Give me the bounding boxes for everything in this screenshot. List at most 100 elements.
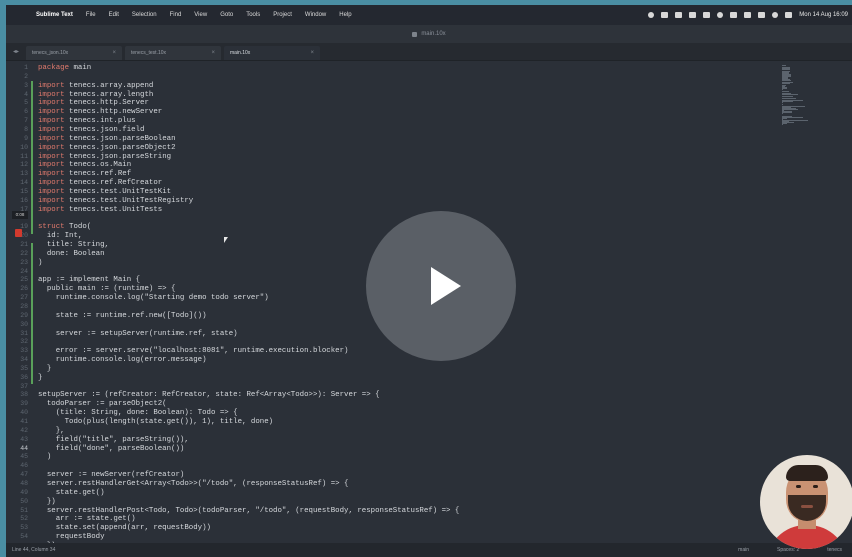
- git-branch[interactable]: main: [738, 547, 749, 553]
- code-text: }): [38, 497, 56, 506]
- code-line[interactable]: public main := (runtime) => {: [38, 285, 176, 294]
- code-line[interactable]: import tenecs.test.UnitTestKit: [38, 188, 171, 197]
- tab-tenecs-json-10x[interactable]: tenecs_json.10x ×: [26, 46, 122, 60]
- menu-edit[interactable]: Edit: [109, 12, 119, 18]
- fold-marker[interactable]: 0:08: [12, 211, 28, 219]
- screen-frame: Sublime Text File Edit Selection Find View Got…: [6, 5, 852, 557]
- code-line[interactable]: import tenecs.int.plus: [38, 117, 136, 126]
- menu-selection[interactable]: Selection: [132, 12, 157, 18]
- code-line[interactable]: import tenecs.os.Main: [38, 161, 131, 170]
- code-line[interactable]: requestBody: [38, 533, 105, 542]
- code-line[interactable]: import tenecs.ref.Ref: [38, 170, 131, 179]
- code-keyword: import: [38, 143, 65, 152]
- code-line[interactable]: import tenecs.array.length: [38, 91, 153, 100]
- tab-tenecs-test-10x[interactable]: tenecs_test.10x ×: [125, 46, 221, 60]
- code-keyword: import: [38, 170, 65, 179]
- code-text: ): [38, 453, 52, 462]
- menu-file[interactable]: File: [86, 12, 96, 18]
- menu-help[interactable]: Help: [339, 12, 351, 18]
- code-line[interactable]: runtime.console.log(error.message): [38, 356, 207, 365]
- webcam-overlay: [760, 455, 852, 549]
- menu-find[interactable]: Find: [170, 12, 182, 18]
- code-line[interactable]: import tenecs.array.append: [38, 82, 153, 91]
- code-line[interactable]: ): [38, 453, 51, 462]
- code-text: state.get(): [38, 488, 105, 497]
- bluetooth-icon[interactable]: [730, 12, 738, 18]
- code-line[interactable]: package main: [38, 64, 91, 73]
- record-icon[interactable]: [648, 12, 655, 18]
- code-line[interactable]: import tenecs.test.UnitTestRegistry: [38, 197, 193, 206]
- code-line[interactable]: import tenecs.json.field: [38, 126, 144, 135]
- code-text: tenecs.os.Main: [64, 161, 132, 170]
- close-tab-icon[interactable]: ×: [211, 50, 215, 56]
- code-line[interactable]: runtime.console.log("Starting demo todo …: [38, 294, 269, 303]
- wifi-icon[interactable]: [758, 12, 766, 18]
- video-play-button[interactable]: [366, 211, 516, 361]
- menu-goto[interactable]: Goto: [220, 12, 233, 18]
- code-line[interactable]: done: Boolean: [38, 250, 105, 259]
- search-icon[interactable]: [772, 12, 779, 18]
- code-line[interactable]: field("title", parseString()),: [38, 436, 189, 445]
- code-line[interactable]: app := implement Main {: [38, 276, 140, 285]
- code-line[interactable]: state.set(append(arr, requestBody)): [38, 524, 211, 533]
- code-line[interactable]: Todo(plus(length(state.get()), 1), title…: [38, 418, 273, 427]
- menu-tools[interactable]: Tools: [246, 12, 260, 18]
- menu-window[interactable]: Window: [305, 12, 326, 18]
- close-tab-icon[interactable]: ×: [112, 50, 116, 56]
- code-line[interactable]: server.restHandlerGet<Array<Todo>>("/tod…: [38, 479, 349, 489]
- tab-nav-arrows-icon[interactable]: ◂▸: [6, 48, 26, 60]
- code-text: setupServer := (refCreator: RefCreator, …: [38, 391, 380, 400]
- close-tab-icon[interactable]: ×: [310, 50, 314, 56]
- cursor-position[interactable]: Line 44, Column 34: [12, 547, 55, 553]
- code-line[interactable]: field("done", parseBoolean()): [38, 445, 185, 454]
- dropbox-icon[interactable]: [661, 12, 669, 18]
- code-line[interactable]: struct Todo(: [38, 223, 91, 232]
- code-line[interactable]: import tenecs.ref.RefCreator: [38, 179, 162, 188]
- code-text: tenecs.array.length: [64, 90, 154, 99]
- code-line[interactable]: server.restHandlerPost<Todo, Todo>(todoP…: [38, 507, 459, 516]
- code-line[interactable]: title: String,: [38, 241, 109, 250]
- code-line[interactable]: import tenecs.http.newServer: [38, 108, 162, 117]
- code-text: main: [69, 64, 92, 72]
- display-icon[interactable]: [675, 12, 683, 18]
- tab-main-10x[interactable]: main.10x ×: [224, 46, 320, 60]
- status-icons: Mon 14 Aug 16:09: [641, 5, 848, 25]
- clock-icon[interactable]: [717, 12, 724, 18]
- app-menus: Sublime Text File Edit Selection Find View Got…: [36, 12, 365, 18]
- code-line[interactable]: setupServer := (refCreator: RefCreator, …: [38, 391, 380, 400]
- code-line[interactable]: import tenecs.json.parseString: [38, 153, 171, 162]
- code-line[interactable]: import tenecs.test.UnitTests: [38, 206, 162, 215]
- code-line[interactable]: server := setupServer(runtime.ref, state…: [38, 330, 238, 339]
- code-line[interactable]: id: Int,: [38, 232, 83, 241]
- bookmark-icon[interactable]: [15, 229, 22, 237]
- menu-bar-clock[interactable]: Mon 14 Aug 16:09: [799, 12, 848, 18]
- code-line[interactable]: import tenecs.json.parseBoolean: [38, 135, 176, 144]
- code-line[interactable]: }: [38, 374, 42, 383]
- code-line[interactable]: },: [38, 427, 65, 436]
- code-line[interactable]: state := runtime.ref.new([Todo]()): [38, 312, 207, 321]
- control-center-icon[interactable]: [785, 12, 793, 18]
- menu-project[interactable]: Project: [273, 12, 292, 18]
- code-line[interactable]: todoParser := parseObject2(: [38, 400, 167, 409]
- code-keyword: import: [38, 134, 65, 143]
- battery-icon[interactable]: [744, 12, 752, 18]
- code-line[interactable]: arr := state.get(): [38, 515, 136, 524]
- menu-view[interactable]: View: [194, 12, 207, 18]
- code-line[interactable]: import tenecs.json.parseObject2: [38, 144, 176, 153]
- code-line[interactable]: ): [38, 259, 42, 268]
- app-name-menu[interactable]: Sublime Text: [36, 12, 73, 18]
- code-line[interactable]: }): [38, 498, 56, 507]
- code-line[interactable]: server := newServer(refCreator): [38, 471, 185, 480]
- code-line[interactable]: error := server.serve("localhost:8081", …: [38, 347, 349, 356]
- keyboard-icon[interactable]: [689, 12, 697, 18]
- code-line[interactable]: (title: String, done: Boolean): Todo => …: [38, 409, 238, 418]
- macos-menu-bar: Sublime Text File Edit Selection Find View Got…: [6, 5, 852, 25]
- code-line[interactable]: state.get(): [38, 489, 105, 498]
- minimap[interactable]: [782, 65, 808, 126]
- code-line[interactable]: }: [38, 365, 51, 374]
- code-text: server := setupServer(runtime.ref, state…: [38, 329, 238, 338]
- code-line[interactable]: import tenecs.http.Server: [38, 99, 149, 108]
- webcam-mouth: [801, 505, 813, 508]
- screen-share-icon[interactable]: [703, 12, 711, 18]
- code-text: server.restHandlerGet<Array<Todo>>("/tod…: [38, 479, 349, 488]
